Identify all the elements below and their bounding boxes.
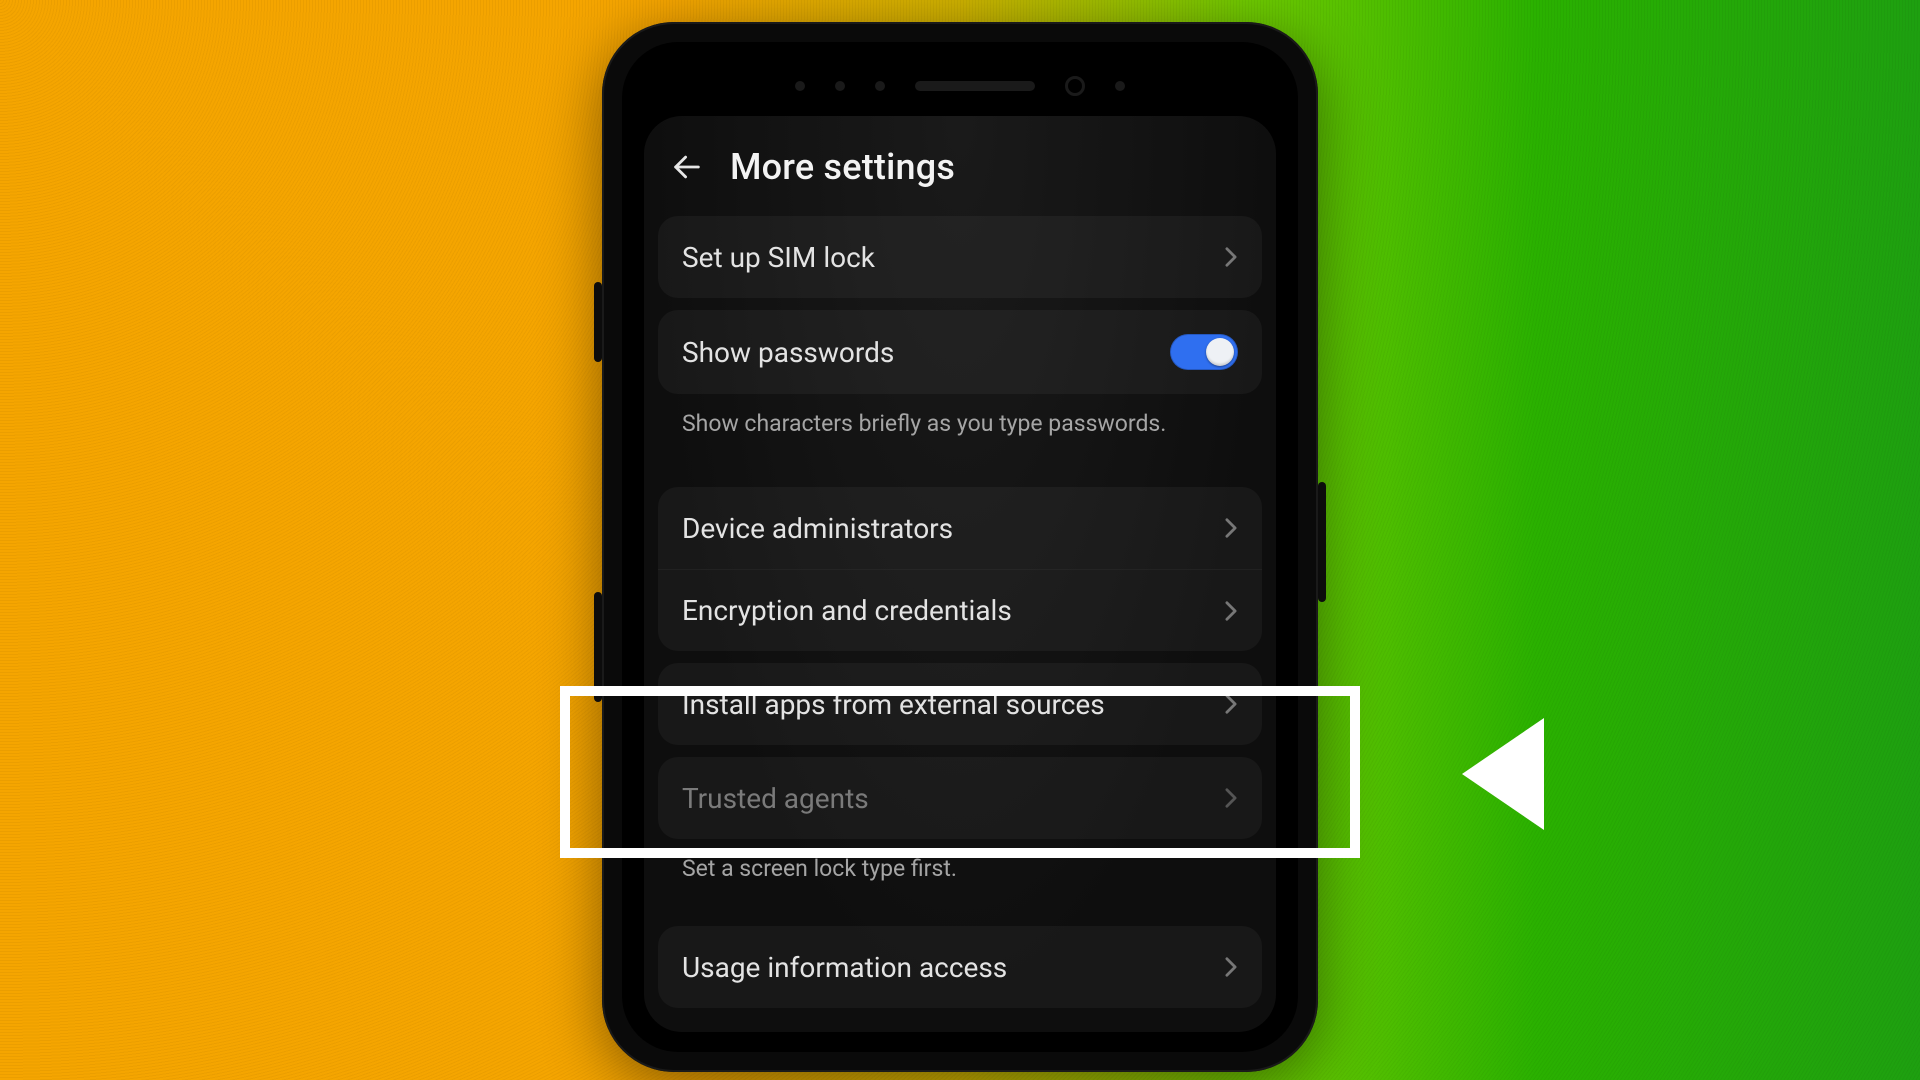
item-device-administrators[interactable]: Device administrators bbox=[658, 487, 1262, 569]
page-title: More settings bbox=[730, 146, 955, 188]
item-usage-information-access[interactable]: Usage information access bbox=[658, 926, 1262, 1008]
chevron-right-icon bbox=[1224, 517, 1238, 539]
item-encryption-credentials[interactable]: Encryption and credentials bbox=[658, 569, 1262, 651]
back-arrow-icon[interactable] bbox=[670, 150, 704, 184]
item-sim-lock[interactable]: Set up SIM lock bbox=[658, 216, 1262, 298]
item-label: Show passwords bbox=[682, 336, 894, 369]
chevron-right-icon bbox=[1224, 246, 1238, 268]
item-caption: Set a screen lock type first. bbox=[658, 839, 1262, 894]
item-show-passwords[interactable]: Show passwords bbox=[658, 310, 1262, 394]
item-label: Set up SIM lock bbox=[682, 241, 875, 274]
toggle-switch-on[interactable] bbox=[1170, 334, 1238, 370]
item-label: Trusted agents bbox=[682, 782, 869, 815]
appbar: More settings bbox=[644, 116, 1276, 216]
phone-side-button bbox=[594, 282, 602, 362]
annotation-arrow-left-icon bbox=[1462, 718, 1544, 830]
phone-screen: More settings Set up SIM lock Show passw… bbox=[644, 116, 1276, 1032]
item-label: Encryption and credentials bbox=[682, 594, 1012, 627]
item-label: Usage information access bbox=[682, 951, 1007, 984]
item-install-external-sources[interactable]: Install apps from external sources bbox=[658, 663, 1262, 745]
phone-frame: More settings Set up SIM lock Show passw… bbox=[602, 22, 1318, 1072]
phone-sensors bbox=[622, 68, 1298, 104]
chevron-right-icon bbox=[1224, 600, 1238, 622]
phone-side-button bbox=[1318, 482, 1326, 602]
item-label: Install apps from external sources bbox=[682, 688, 1105, 721]
phone-side-button bbox=[594, 592, 602, 702]
item-trusted-agents[interactable]: Trusted agents bbox=[658, 757, 1262, 839]
chevron-right-icon bbox=[1224, 956, 1238, 978]
item-label: Device administrators bbox=[682, 512, 953, 545]
phone-bezel: More settings Set up SIM lock Show passw… bbox=[622, 42, 1298, 1052]
item-caption: Show characters briefly as you type pass… bbox=[658, 394, 1262, 449]
settings-list: Set up SIM lock Show passwords Show char… bbox=[644, 216, 1276, 1008]
chevron-right-icon bbox=[1224, 693, 1238, 715]
chevron-right-icon bbox=[1224, 787, 1238, 809]
